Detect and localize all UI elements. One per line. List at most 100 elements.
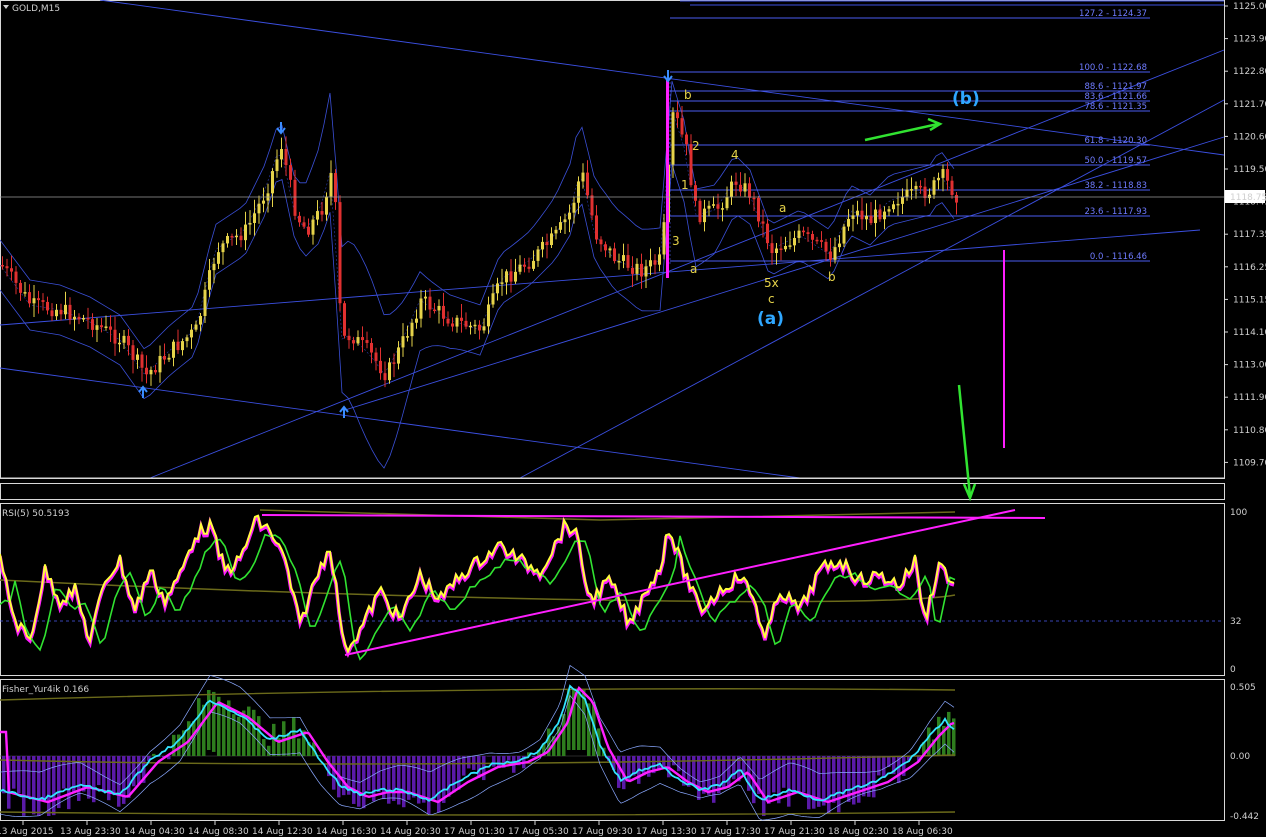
fib-level-label: 61.8 - 1120.30 — [1084, 136, 1147, 146]
candle-body — [739, 184, 742, 192]
candle-body — [401, 336, 405, 348]
candle-body — [392, 362, 396, 364]
price-axis-label: 1117.35 — [1233, 230, 1266, 240]
current-price-label: 1118.75 — [1230, 193, 1266, 203]
candle-body — [604, 244, 607, 251]
candle-body — [851, 215, 855, 219]
fisher-histogram-bar — [467, 756, 471, 769]
fisher-signal-line — [0, 685, 955, 804]
wave-label-major: (b) — [952, 89, 980, 109]
fisher-histogram-bar — [717, 756, 721, 794]
fisher-histogram-bar — [492, 756, 496, 767]
fisher-histogram-bar — [462, 756, 466, 776]
candle-body — [685, 134, 688, 145]
fisher-histogram-bar — [42, 756, 46, 801]
dropdown-triangle-icon[interactable] — [3, 5, 9, 9]
fisher-level-label: -0.442 — [1230, 812, 1259, 822]
fisher-histogram-bar — [507, 756, 511, 761]
fibonacci-retracement[interactable]: 127.2 - 1124.37 100.0 - 1122.68 88.6 - 112… — [0, 9, 1150, 265]
candle-body — [860, 210, 864, 220]
candle-body — [221, 243, 225, 253]
candle-body — [901, 196, 904, 204]
candle-body — [415, 318, 418, 323]
candle-body — [662, 222, 666, 255]
candle-body — [86, 318, 90, 320]
candle-body — [950, 180, 954, 195]
fisher-histogram-bar — [877, 756, 881, 776]
candle-body — [239, 235, 243, 241]
candle-body — [374, 352, 378, 361]
candle-body — [91, 319, 94, 330]
candle-body — [181, 341, 184, 351]
candle-body — [95, 325, 99, 330]
candle-body — [644, 266, 648, 277]
fisher-histogram-bar — [577, 690, 581, 750]
candle-body — [343, 303, 346, 336]
candle-body — [932, 180, 936, 195]
candle-body — [923, 186, 927, 199]
up-arrow-icon — [138, 385, 148, 398]
candle-body — [523, 264, 526, 267]
candle-body — [5, 266, 9, 269]
candle-body — [77, 316, 81, 320]
candle-body — [887, 209, 891, 212]
candle-body — [905, 189, 909, 197]
candle-body — [158, 355, 162, 373]
candle-body — [730, 181, 733, 197]
candle-body — [550, 233, 553, 246]
candle-body — [248, 222, 252, 225]
candle-body — [847, 218, 850, 227]
bollinger-lower — [0, 164, 955, 469]
candle-body — [761, 221, 765, 224]
candle-body — [496, 283, 499, 294]
candle-body — [172, 341, 175, 358]
candle-body — [577, 181, 580, 203]
candle-body — [865, 215, 868, 220]
candle-body — [257, 203, 261, 214]
candle-body — [838, 243, 841, 248]
candle-body — [262, 200, 265, 204]
candle-body — [109, 326, 112, 330]
fisher-histogram-bar — [257, 716, 261, 756]
candle-body — [599, 239, 603, 245]
fisher-lower-band — [0, 811, 956, 816]
candle-body — [955, 194, 958, 203]
candle-body — [361, 337, 364, 341]
candle-body — [50, 310, 54, 317]
candle-body — [586, 172, 589, 196]
fisher-histogram-bar — [557, 726, 561, 756]
candle-body — [725, 196, 729, 209]
candle-body — [194, 324, 198, 330]
candle-body — [842, 226, 846, 244]
candle-body — [622, 255, 625, 261]
trendline — [99, 0, 1225, 156]
candle-body — [928, 194, 931, 199]
candle-body — [68, 304, 72, 320]
chart-title[interactable]: GOLD,M15 — [3, 4, 60, 14]
candle-body — [230, 235, 234, 238]
candle-body — [275, 159, 279, 172]
candle-body — [631, 267, 634, 274]
time-axis-label: 17 Aug 13:30 — [636, 827, 697, 837]
trading-chart[interactable]: 127.2 - 1124.37 100.0 - 1122.68 88.6 - 112… — [0, 0, 1266, 837]
candle-body — [329, 173, 333, 197]
candle-body — [595, 215, 598, 240]
wave-label: 3 — [672, 234, 680, 248]
candle-body — [478, 324, 481, 331]
candle-body — [127, 335, 130, 346]
candle-body — [572, 202, 576, 213]
candle-body — [608, 248, 612, 251]
candle-body — [104, 326, 108, 328]
candle-body — [410, 322, 414, 337]
fisher-histogram-bar — [222, 705, 226, 756]
candle-body — [190, 329, 193, 338]
fisher-histogram-bar — [772, 756, 776, 793]
fib-level-label: 50.0 - 1119.57 — [1084, 156, 1147, 166]
rsi-panel[interactable] — [0, 503, 1225, 676]
price-axis-label: 1114.10 — [1233, 328, 1266, 338]
price-axis-label: 1121.70 — [1233, 100, 1266, 110]
candle-body — [1, 265, 4, 267]
candle-body — [640, 263, 643, 277]
candle-body — [473, 324, 477, 327]
fisher-histogram-bar — [92, 756, 96, 803]
